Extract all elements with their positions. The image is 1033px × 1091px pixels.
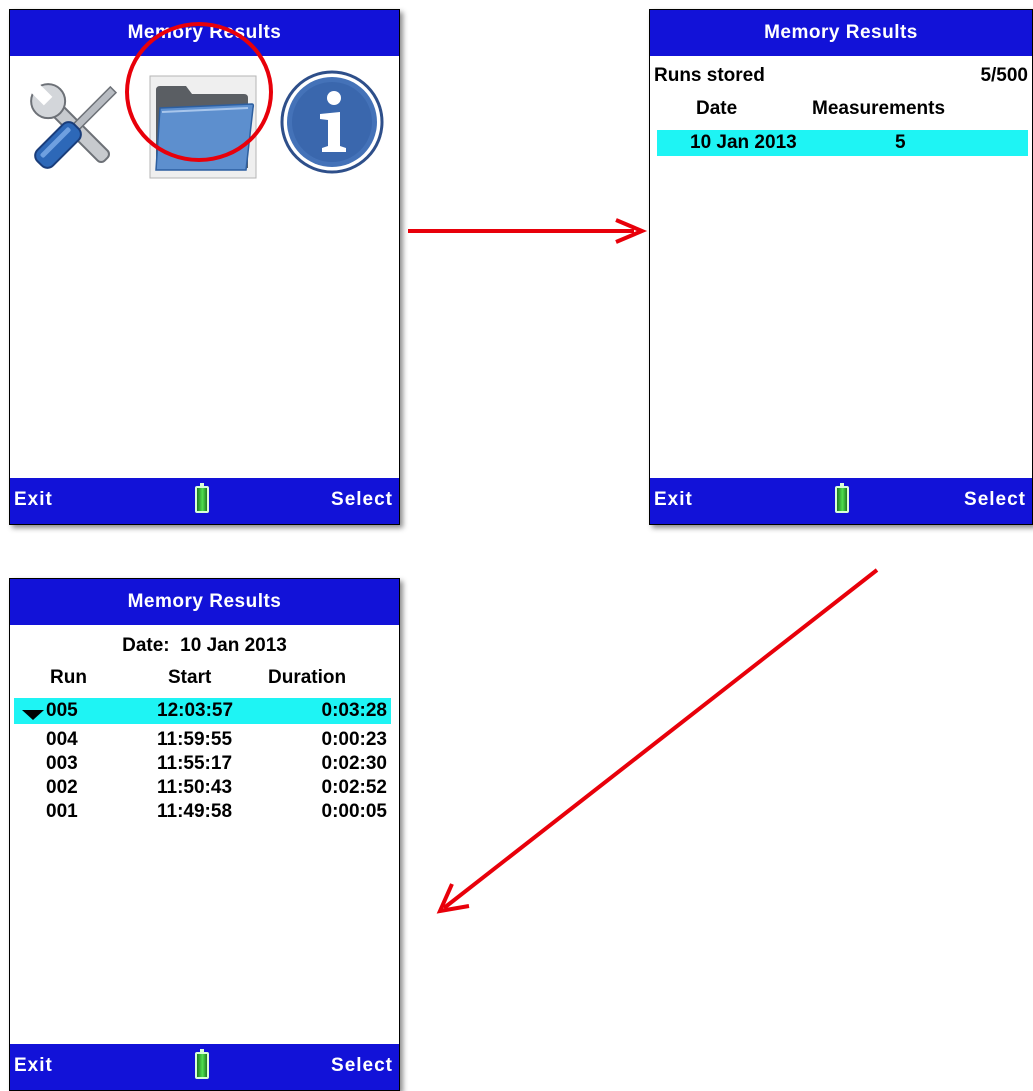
- arrow-down-left-icon: [436, 568, 879, 914]
- flow-arrows: [408, 218, 879, 914]
- arrow-right-icon: [408, 218, 648, 244]
